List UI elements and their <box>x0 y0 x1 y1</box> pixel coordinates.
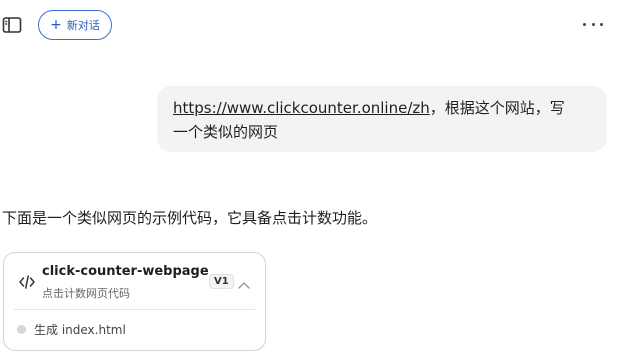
user-message-text: ，根据这个网站，写 <box>429 99 565 117</box>
chat-page: + 新对话 https://www.clickcounter.online/zh… <box>0 0 622 357</box>
user-message-link[interactable]: https://www.clickcounter.online/zh <box>173 99 430 117</box>
artifact-subtitle: 点击计数网页代码 <box>42 287 130 300</box>
artifact-title: click-counter-webpage <box>42 264 209 279</box>
artifact-status: 生成 index.html <box>34 323 126 337</box>
assistant-message-text: 下面是一个类似网页的示例代码，它具备点击计数功能。 <box>2 209 378 227</box>
status-indicator-icon <box>17 325 26 334</box>
dot <box>600 22 603 26</box>
dot <box>583 22 586 26</box>
artifact-card[interactable]: click-counter-webpage 点击计数网页代码 V1 生成 ind… <box>3 252 266 351</box>
new-chat-button[interactable]: + 新对话 <box>38 10 112 40</box>
dot <box>591 22 595 26</box>
new-chat-label: 新对话 <box>66 19 100 32</box>
plus-icon: + <box>50 17 62 33</box>
user-message-bubble: https://www.clickcounter.online/zh，根据这个网… <box>157 86 607 152</box>
version-badge: V1 <box>209 274 234 289</box>
user-message-text-line2: 一个类似的网页 <box>173 123 279 141</box>
sidebar-toggle-icon[interactable] <box>2 15 22 35</box>
code-icon <box>18 273 36 291</box>
chevron-up-icon[interactable] <box>237 275 251 289</box>
card-divider <box>14 309 255 310</box>
more-options-icon[interactable] <box>583 16 603 32</box>
